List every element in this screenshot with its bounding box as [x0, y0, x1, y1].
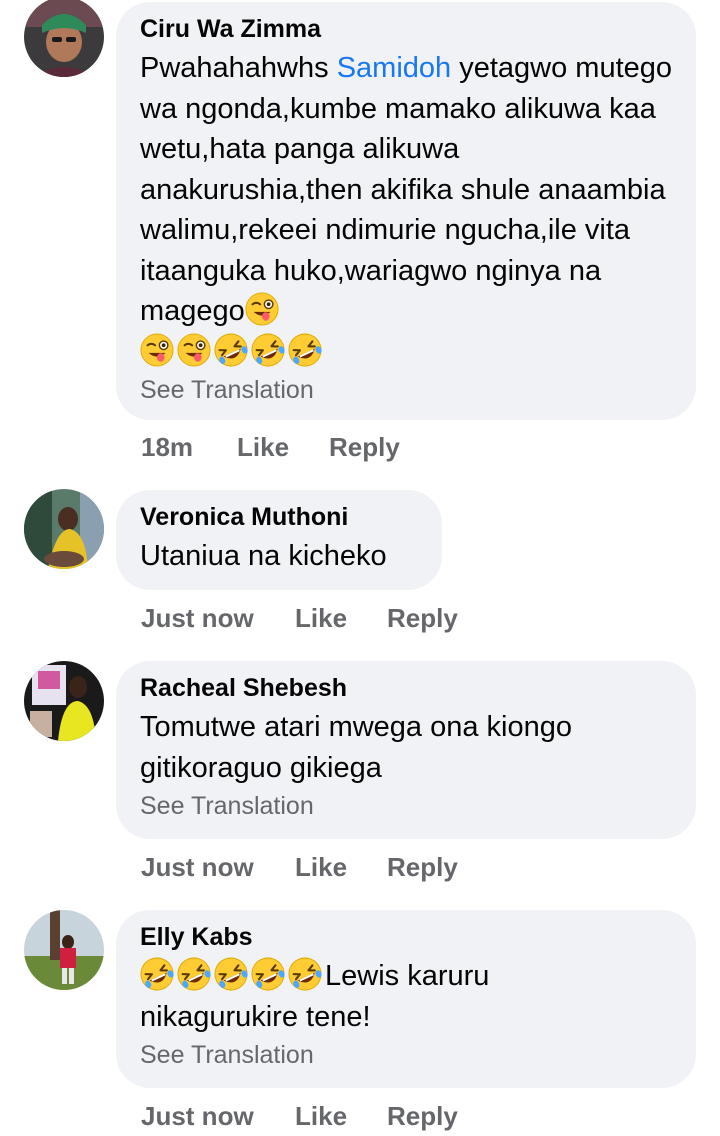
comment-text: Pwahahahwhs Samidoh yetagwo mutego wa ng… [140, 48, 672, 372]
rofl-emoji-icon [214, 957, 248, 991]
rofl-emoji-icon [140, 957, 174, 991]
comment-bubble: Veronica Muthoni Utaniua na kicheko [116, 490, 442, 590]
avatar-image [24, 661, 104, 741]
reply-button[interactable]: Reply [387, 603, 458, 634]
comment-timestamp[interactable]: Just now [141, 852, 295, 883]
comment-text: Lewis karuru nikagurukire tene! [140, 956, 540, 1037]
winking-tongue-emoji-icon [140, 333, 174, 367]
comment-bubble: Ciru Wa Zimma Pwahahahwhs Samidoh yetagw… [116, 2, 696, 420]
rofl-emoji-icon [288, 333, 322, 367]
comment-timestamp[interactable]: Just now [141, 1101, 295, 1132]
reply-button[interactable]: Reply [329, 432, 400, 463]
comment-actions: Just now Like Reply [141, 852, 458, 883]
comment-text: Tomutwe atari mwega ona kiongo gitikorag… [140, 711, 573, 784]
avatar-image [24, 910, 104, 990]
see-translation-link[interactable]: See Translation [140, 790, 672, 822]
comment-actions: 18m Like Reply [141, 432, 400, 463]
avatar-image [24, 0, 104, 77]
rofl-emoji-icon [214, 333, 248, 367]
comment-author[interactable]: Racheal Shebesh [140, 673, 672, 703]
reply-button[interactable]: Reply [387, 1101, 458, 1132]
like-button[interactable]: Like [295, 603, 387, 634]
winking-tongue-emoji-icon [177, 333, 211, 367]
rofl-emoji-icon [177, 957, 211, 991]
comment-text: Utaniua na kicheko [140, 540, 387, 572]
rofl-emoji-icon [251, 333, 285, 367]
winking-tongue-emoji-icon [245, 292, 279, 326]
see-translation-link[interactable]: See Translation [140, 1039, 672, 1071]
comment-author[interactable]: Elly Kabs [140, 922, 672, 952]
avatar[interactable] [24, 910, 104, 990]
avatar-image [24, 489, 104, 569]
comment-author[interactable]: Ciru Wa Zimma [140, 14, 672, 44]
avatar[interactable] [24, 489, 104, 569]
avatar[interactable] [24, 0, 104, 77]
emoji-row [140, 960, 325, 992]
comment-bubble: Racheal Shebesh Tomutwe atari mwega ona … [116, 661, 696, 839]
comment-actions: Just now Like Reply [141, 603, 458, 634]
avatar[interactable] [24, 661, 104, 741]
see-translation-link[interactable]: See Translation [140, 374, 672, 406]
comment-text-start: Pwahahahwhs [140, 52, 337, 84]
emoji-row [140, 336, 325, 368]
comment-text-rest: yetagwo mutego wa ngonda,kumbe mamako al… [140, 52, 673, 327]
rofl-emoji-icon [251, 957, 285, 991]
mention-link[interactable]: Samidoh [337, 52, 451, 84]
comment-actions: Just now Like Reply [141, 1101, 458, 1132]
like-button[interactable]: Like [237, 432, 329, 463]
like-button[interactable]: Like [295, 1101, 387, 1132]
comment-timestamp[interactable]: Just now [141, 603, 295, 634]
comment-timestamp[interactable]: 18m [141, 432, 237, 463]
comment-author[interactable]: Veronica Muthoni [140, 502, 418, 532]
like-button[interactable]: Like [295, 852, 387, 883]
comment-bubble: Elly Kabs Lewis karuru nikagurukire tene… [116, 910, 696, 1088]
rofl-emoji-icon [288, 957, 322, 991]
reply-button[interactable]: Reply [387, 852, 458, 883]
